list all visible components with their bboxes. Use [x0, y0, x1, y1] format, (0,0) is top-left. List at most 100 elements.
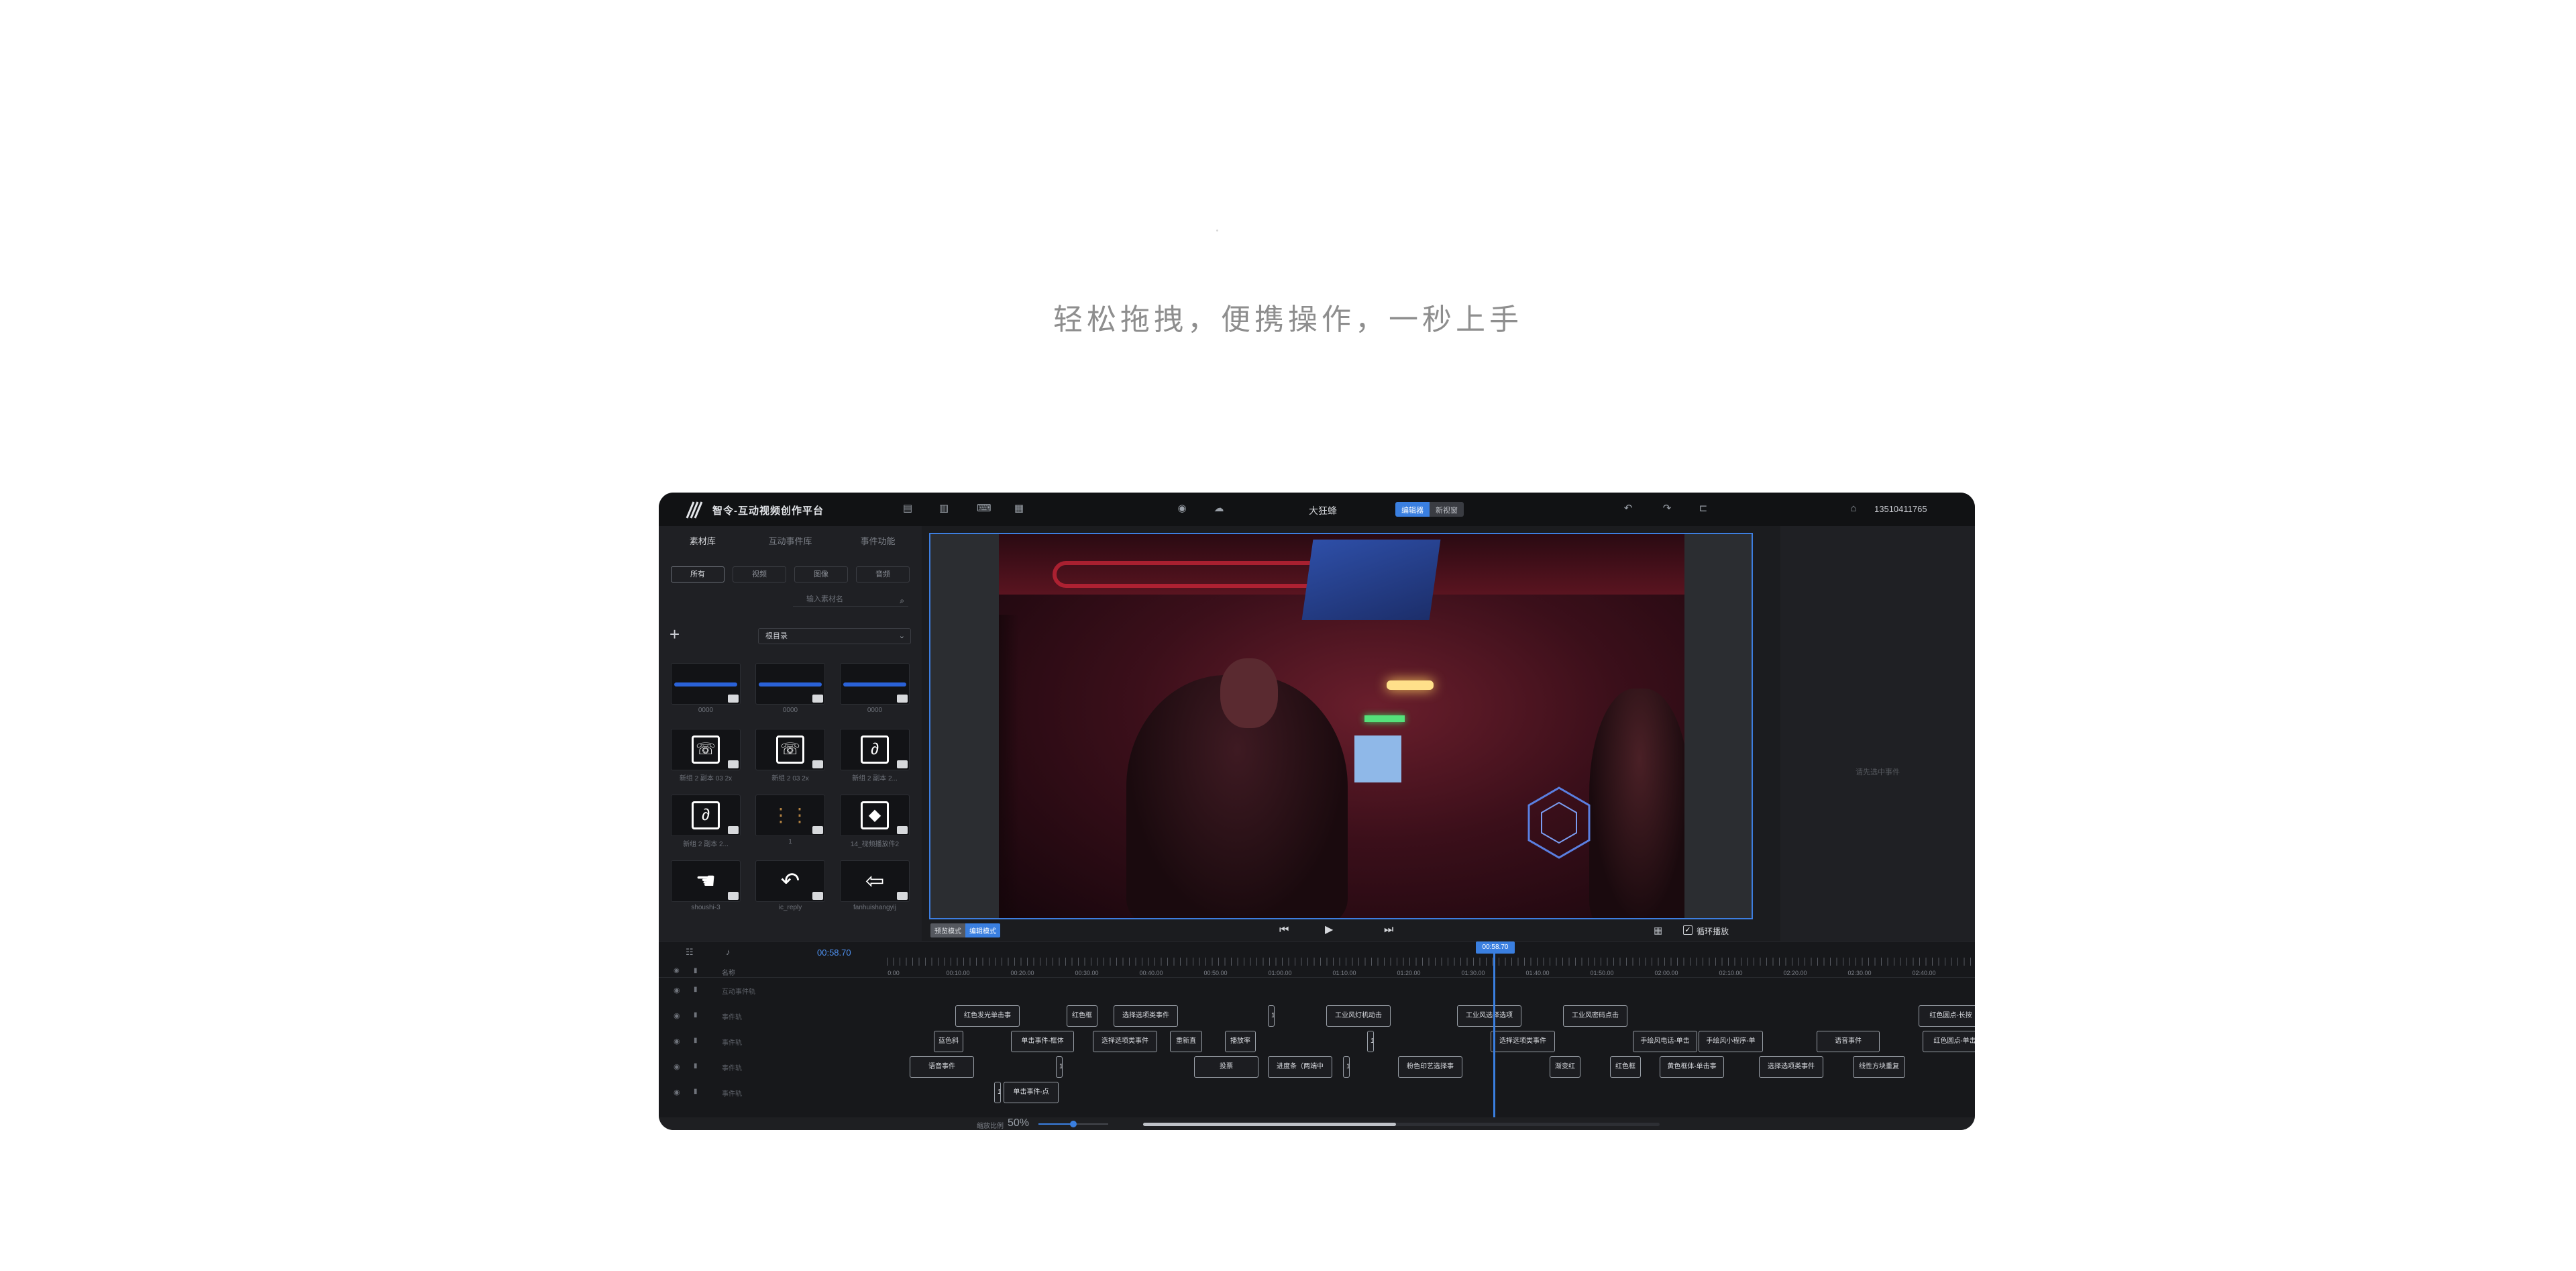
skip-forward-icon[interactable]: ⏭ — [1384, 923, 1393, 937]
event-block[interactable]: 选择选项类事件 — [1759, 1056, 1823, 1078]
asset-item[interactable]: ⇦ fanhuishangyij — [840, 860, 910, 911]
asset-thumbnail[interactable]: ∂ — [840, 729, 910, 770]
search-icon[interactable]: ⌕ — [900, 593, 904, 608]
event-block[interactable]: 投票 — [1194, 1056, 1258, 1078]
eye-icon[interactable]: ◉ — [674, 986, 680, 995]
event-block[interactable]: 红色框 — [1610, 1056, 1641, 1078]
asset-thumbnail[interactable]: ↶ — [755, 860, 825, 902]
save-as-icon[interactable]: ▥ — [938, 503, 950, 515]
mode-new-view-button[interactable]: 新视窗 — [1430, 502, 1464, 517]
mode-editor-button[interactable]: 编辑器 — [1395, 502, 1430, 517]
event-block[interactable]: 渐变红 — [1550, 1056, 1580, 1078]
asset-thumbnail[interactable]: ☚ — [671, 860, 741, 902]
event-block[interactable]: 单击事件-点 — [1004, 1082, 1059, 1103]
track-area[interactable]: 红色发光单击事红色框选择选项类事件1工业风灯机动击工业风选择选项工业风密码点击红… — [887, 978, 1975, 1119]
event-block[interactable]: 线性方块重复 — [1853, 1056, 1905, 1078]
asset-item[interactable]: ☏ 新组 2 03 2x — [755, 729, 825, 782]
event-block[interactable]: 工业风选择选项 — [1457, 1005, 1521, 1027]
lock-icon[interactable]: ▮ — [694, 1088, 698, 1095]
skip-back-icon[interactable]: ⏮ — [1279, 923, 1289, 937]
filter-image[interactable]: 图像 — [794, 566, 848, 582]
play-icon[interactable]: ▶ — [1325, 923, 1333, 937]
timeline-scrollbar[interactable] — [1143, 1123, 1660, 1126]
asset-thumbnail[interactable]: ☏ — [671, 729, 741, 770]
asset-thumbnail[interactable] — [840, 663, 910, 705]
event-block[interactable]: 选择选项类事件 — [1093, 1031, 1157, 1052]
lock-icon[interactable]: ▮ — [694, 1037, 698, 1044]
event-block[interactable]: 1 — [994, 1082, 1001, 1103]
asset-thumbnail[interactable]: ⋮⋮ — [755, 795, 825, 836]
event-block[interactable]: 进度条（两端中 — [1268, 1056, 1332, 1078]
keyboard-icon[interactable]: ⌨ — [977, 503, 991, 515]
eye-icon[interactable]: ◉ — [674, 1011, 680, 1020]
user-phone[interactable]: 13510411765 — [1874, 504, 1927, 514]
asset-item[interactable]: 0000 — [755, 663, 825, 714]
asset-item[interactable]: ☏ 新组 2 副本 03 2x — [671, 729, 741, 782]
lock-icon[interactable]: ▮ — [694, 986, 698, 993]
asset-search-input[interactable]: 输入素材名 ⌕ — [793, 592, 908, 607]
playhead[interactable] — [1493, 952, 1495, 1117]
asset-item[interactable]: 0000 — [840, 663, 910, 714]
redo-icon[interactable]: ↷ — [1661, 503, 1673, 515]
timeline-settings-icon[interactable]: ☷ — [686, 947, 694, 958]
save-icon[interactable]: ▤ — [902, 503, 914, 515]
track-label-row[interactable]: ◉ ▮ 事件轨 — [659, 1080, 887, 1105]
asset-item[interactable]: ∂ 新组 2 副本 2... — [840, 729, 910, 782]
asset-item[interactable]: ↶ ic_reply — [755, 860, 825, 911]
track-label-row[interactable]: ◉ ▮ 事件轨 — [659, 1003, 887, 1029]
asset-thumbnail[interactable]: ◆ — [840, 795, 910, 836]
playhead-label[interactable]: 00:58.70 — [1476, 942, 1515, 954]
time-ruler[interactable]: 0:00 00:10.00 00:20.00 00:30.00 00:40.00 00:5… — [887, 952, 1975, 978]
event-block[interactable]: 蓝色斜 — [934, 1031, 963, 1052]
event-block[interactable]: 黄色框体-单击事 — [1660, 1056, 1724, 1078]
asset-thumbnail[interactable] — [755, 663, 825, 705]
home-icon[interactable]: ⌂ — [1847, 503, 1860, 515]
event-block[interactable]: 红色框 — [1067, 1005, 1097, 1027]
eye-icon[interactable]: ◉ — [674, 1037, 680, 1046]
event-block[interactable]: 手绘风小程序-单 — [1699, 1031, 1763, 1052]
zoom-slider-knob[interactable] — [1070, 1121, 1077, 1127]
event-block[interactable]: 手绘风电话-单击 — [1633, 1031, 1697, 1052]
audio-icon[interactable]: ♪ — [726, 947, 731, 957]
timeline-scrollbar-thumb[interactable] — [1143, 1123, 1397, 1126]
asset-thumbnail[interactable]: ☏ — [755, 729, 825, 770]
track-label-row[interactable]: ◉ ▮ 事件轨 — [659, 1054, 887, 1080]
event-block[interactable]: 播放率 — [1225, 1031, 1256, 1052]
directory-select[interactable]: 根目录 ⌄ — [758, 628, 911, 644]
tab-event-functions[interactable]: 事件功能 — [834, 534, 922, 547]
lock-icon[interactable]: ▮ — [694, 1062, 698, 1070]
undo-icon[interactable]: ↶ — [1622, 503, 1634, 515]
event-block[interactable]: 工业风灯机动击 — [1326, 1005, 1391, 1027]
event-block[interactable]: 红色发光单击事 — [955, 1005, 1020, 1027]
asset-thumbnail[interactable]: ∂ — [671, 795, 741, 836]
filter-video[interactable]: 视频 — [733, 566, 786, 582]
asset-item[interactable]: ∂ 新组 2 副本 2... — [671, 795, 741, 848]
event-block[interactable]: 选择选项类事件 — [1491, 1031, 1555, 1052]
history-icon[interactable]: ⊏ — [1697, 503, 1709, 515]
asset-item[interactable]: ☚ shoushi-3 — [671, 860, 741, 911]
preview-mode-toggle[interactable]: 预览模式 编辑模式 — [930, 923, 1000, 937]
event-block[interactable]: 重新直 — [1170, 1031, 1202, 1052]
track-label-row[interactable]: ◉ ▮ 事件轨 — [659, 1029, 887, 1054]
lock-icon[interactable]: ▮ — [694, 1011, 698, 1019]
tab-asset-library[interactable]: 素材库 — [659, 534, 747, 547]
video-frame[interactable] — [999, 534, 1684, 918]
zoom-slider[interactable] — [1038, 1121, 1108, 1127]
event-block[interactable]: 粉色印艺选择事 — [1398, 1056, 1462, 1078]
track-label-row[interactable]: ◉ ▮ 互动事件轨 — [659, 978, 887, 1003]
grid-icon[interactable]: ▦ — [1654, 925, 1664, 935]
event-block[interactable]: 红色圆点-长按 — [1919, 1005, 1975, 1027]
eye-icon[interactable]: ◉ — [674, 1088, 680, 1097]
event-block[interactable]: 1 — [1367, 1031, 1374, 1052]
asset-item[interactable]: ⋮⋮ 1 — [755, 795, 825, 846]
preview-eye-icon[interactable]: ◉ — [1176, 503, 1188, 515]
asset-thumbnail[interactable]: ⇦ — [840, 860, 910, 902]
cloud-upload-icon[interactable]: ☁ — [1213, 503, 1225, 515]
tab-event-library[interactable]: 互动事件库 — [747, 534, 835, 547]
mode-toggle[interactable]: 编辑器 新视窗 — [1395, 502, 1464, 517]
asset-item[interactable]: ◆ 14_视频播放件2 — [840, 795, 910, 848]
event-block[interactable]: 语音事件 — [1817, 1031, 1880, 1052]
video-preview[interactable] — [929, 533, 1753, 919]
asset-item[interactable]: 0000 — [671, 663, 741, 714]
event-block[interactable]: 语音事件 — [910, 1056, 974, 1078]
